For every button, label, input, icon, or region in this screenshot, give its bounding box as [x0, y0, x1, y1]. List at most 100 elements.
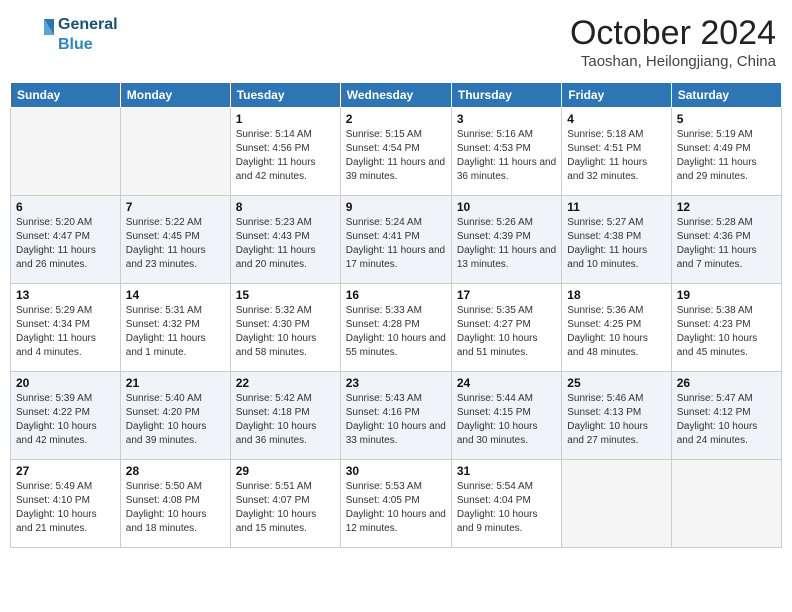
- day-number: 1: [236, 112, 335, 126]
- location: Taoshan, Heilongjiang, China: [570, 53, 776, 70]
- day-number: 28: [126, 464, 225, 478]
- day-info: Sunrise: 5:28 AMSunset: 4:36 PMDaylight:…: [677, 216, 776, 272]
- weekday-header-row: SundayMondayTuesdayWednesdayThursdayFrid…: [11, 83, 782, 108]
- calendar-cell: 3 Sunrise: 5:16 AMSunset: 4:53 PMDaylight…: [451, 108, 561, 196]
- day-info: Sunrise: 5:26 AMSunset: 4:39 PMDaylight:…: [457, 216, 556, 272]
- day-number: 31: [457, 464, 556, 478]
- calendar-cell: 18 Sunrise: 5:36 AMSunset: 4:25 PMDayligh…: [562, 284, 671, 372]
- calendar-cell: 23 Sunrise: 5:43 AMSunset: 4:16 PMDayligh…: [340, 372, 451, 460]
- calendar-week-row: 1 Sunrise: 5:14 AMSunset: 4:56 PMDaylight…: [11, 108, 782, 196]
- calendar-cell: 12 Sunrise: 5:28 AMSunset: 4:36 PMDayligh…: [671, 196, 781, 284]
- logo-text: General Blue: [58, 14, 118, 54]
- logo-blue: Blue: [58, 36, 93, 53]
- day-info: Sunrise: 5:16 AMSunset: 4:53 PMDaylight:…: [457, 128, 556, 184]
- day-number: 9: [346, 200, 446, 214]
- day-number: 20: [16, 376, 115, 390]
- logo-general: General: [58, 16, 118, 33]
- day-number: 14: [126, 288, 225, 302]
- calendar-cell: 9 Sunrise: 5:24 AMSunset: 4:41 PMDaylight…: [340, 196, 451, 284]
- day-number: 27: [16, 464, 115, 478]
- day-info: Sunrise: 5:19 AMSunset: 4:49 PMDaylight:…: [677, 128, 776, 184]
- day-info: Sunrise: 5:32 AMSunset: 4:30 PMDaylight:…: [236, 304, 335, 360]
- day-number: 11: [567, 200, 665, 214]
- logo: General Blue: [16, 14, 118, 54]
- calendar-cell: 7 Sunrise: 5:22 AMSunset: 4:45 PMDaylight…: [120, 196, 230, 284]
- calendar-cell: 30 Sunrise: 5:53 AMSunset: 4:05 PMDayligh…: [340, 460, 451, 548]
- calendar-cell: 29 Sunrise: 5:51 AMSunset: 4:07 PMDayligh…: [230, 460, 340, 548]
- day-number: 15: [236, 288, 335, 302]
- day-info: Sunrise: 5:35 AMSunset: 4:27 PMDaylight:…: [457, 304, 556, 360]
- day-info: Sunrise: 5:18 AMSunset: 4:51 PMDaylight:…: [567, 128, 665, 184]
- calendar-cell: 21 Sunrise: 5:40 AMSunset: 4:20 PMDayligh…: [120, 372, 230, 460]
- day-info: Sunrise: 5:40 AMSunset: 4:20 PMDaylight:…: [126, 392, 225, 448]
- day-number: 23: [346, 376, 446, 390]
- calendar-cell: 27 Sunrise: 5:49 AMSunset: 4:10 PMDayligh…: [11, 460, 121, 548]
- day-number: 8: [236, 200, 335, 214]
- day-info: Sunrise: 5:54 AMSunset: 4:04 PMDaylight:…: [457, 480, 556, 536]
- calendar-cell: 14 Sunrise: 5:31 AMSunset: 4:32 PMDayligh…: [120, 284, 230, 372]
- day-number: 4: [567, 112, 665, 126]
- day-info: Sunrise: 5:23 AMSunset: 4:43 PMDaylight:…: [236, 216, 335, 272]
- day-info: Sunrise: 5:31 AMSunset: 4:32 PMDaylight:…: [126, 304, 225, 360]
- day-number: 24: [457, 376, 556, 390]
- calendar-cell: 11Sunrise: 5:27 AMSunset: 4:38 PMDayligh…: [562, 196, 671, 284]
- day-number: 16: [346, 288, 446, 302]
- day-number: 30: [346, 464, 446, 478]
- day-info: Sunrise: 5:47 AMSunset: 4:12 PMDaylight:…: [677, 392, 776, 448]
- day-number: 26: [677, 376, 776, 390]
- day-number: 3: [457, 112, 556, 126]
- calendar-cell: 5 Sunrise: 5:19 AMSunset: 4:49 PMDaylight…: [671, 108, 781, 196]
- day-info: Sunrise: 5:22 AMSunset: 4:45 PMDaylight:…: [126, 216, 225, 272]
- calendar-cell: 8 Sunrise: 5:23 AMSunset: 4:43 PMDaylight…: [230, 196, 340, 284]
- day-info: Sunrise: 5:46 AMSunset: 4:13 PMDaylight:…: [567, 392, 665, 448]
- day-info: Sunrise: 5:20 AMSunset: 4:47 PMDaylight:…: [16, 216, 115, 272]
- day-info: Sunrise: 5:51 AMSunset: 4:07 PMDaylight:…: [236, 480, 335, 536]
- calendar-cell: 10 Sunrise: 5:26 AMSunset: 4:39 PMDayligh…: [451, 196, 561, 284]
- day-info: Sunrise: 5:50 AMSunset: 4:08 PMDaylight:…: [126, 480, 225, 536]
- day-number: 22: [236, 376, 335, 390]
- weekday-header-friday: Friday: [562, 83, 671, 108]
- calendar-cell: 24 Sunrise: 5:44 AMSunset: 4:15 PMDayligh…: [451, 372, 561, 460]
- weekday-header-sunday: Sunday: [11, 83, 121, 108]
- day-info: Sunrise: 5:29 AMSunset: 4:34 PMDaylight:…: [16, 304, 115, 360]
- day-info: Sunrise: 5:33 AMSunset: 4:28 PMDaylight:…: [346, 304, 446, 360]
- day-number: 17: [457, 288, 556, 302]
- day-info: Sunrise: 5:44 AMSunset: 4:15 PMDaylight:…: [457, 392, 556, 448]
- month-title: October 2024: [570, 14, 776, 53]
- day-number: 21: [126, 376, 225, 390]
- calendar-cell: 13Sunrise: 5:29 AMSunset: 4:34 PMDayligh…: [11, 284, 121, 372]
- weekday-header-wednesday: Wednesday: [340, 83, 451, 108]
- day-info: Sunrise: 5:53 AMSunset: 4:05 PMDaylight:…: [346, 480, 446, 536]
- day-info: Sunrise: 5:38 AMSunset: 4:23 PMDaylight:…: [677, 304, 776, 360]
- calendar-cell: 15 Sunrise: 5:32 AMSunset: 4:30 PMDayligh…: [230, 284, 340, 372]
- day-number: 29: [236, 464, 335, 478]
- day-number: 5: [677, 112, 776, 126]
- weekday-header-thursday: Thursday: [451, 83, 561, 108]
- day-number: 7: [126, 200, 225, 214]
- day-number: 18: [567, 288, 665, 302]
- day-number: 2: [346, 112, 446, 126]
- calendar-cell: 1 Sunrise: 5:14 AMSunset: 4:56 PMDaylight…: [230, 108, 340, 196]
- page-header: General Blue October 2024 Taoshan, Heilo…: [10, 10, 782, 74]
- day-info: Sunrise: 5:42 AMSunset: 4:18 PMDaylight:…: [236, 392, 335, 448]
- calendar-cell: 22 Sunrise: 5:42 AMSunset: 4:18 PMDayligh…: [230, 372, 340, 460]
- day-info: Sunrise: 5:49 AMSunset: 4:10 PMDaylight:…: [16, 480, 115, 536]
- weekday-header-tuesday: Tuesday: [230, 83, 340, 108]
- day-info: Sunrise: 5:39 AMSunset: 4:22 PMDaylight:…: [16, 392, 115, 448]
- calendar-cell: 31 Sunrise: 5:54 AMSunset: 4:04 PMDayligh…: [451, 460, 561, 548]
- day-number: 10: [457, 200, 556, 214]
- calendar-cell: 26 Sunrise: 5:47 AMSunset: 4:12 PMDayligh…: [671, 372, 781, 460]
- calendar-week-row: 27 Sunrise: 5:49 AMSunset: 4:10 PMDayligh…: [11, 460, 782, 548]
- weekday-header-saturday: Saturday: [671, 83, 781, 108]
- day-info: Sunrise: 5:36 AMSunset: 4:25 PMDaylight:…: [567, 304, 665, 360]
- calendar-cell: [11, 108, 121, 196]
- calendar-cell: 17 Sunrise: 5:35 AMSunset: 4:27 PMDayligh…: [451, 284, 561, 372]
- calendar-week-row: 6Sunrise: 5:20 AMSunset: 4:47 PMDaylight…: [11, 196, 782, 284]
- day-info: Sunrise: 5:15 AMSunset: 4:54 PMDaylight:…: [346, 128, 446, 184]
- day-info: Sunrise: 5:14 AMSunset: 4:56 PMDaylight:…: [236, 128, 335, 184]
- day-info: Sunrise: 5:24 AMSunset: 4:41 PMDaylight:…: [346, 216, 446, 272]
- calendar-cell: [562, 460, 671, 548]
- day-number: 25: [567, 376, 665, 390]
- day-number: 12: [677, 200, 776, 214]
- day-info: Sunrise: 5:43 AMSunset: 4:16 PMDaylight:…: [346, 392, 446, 448]
